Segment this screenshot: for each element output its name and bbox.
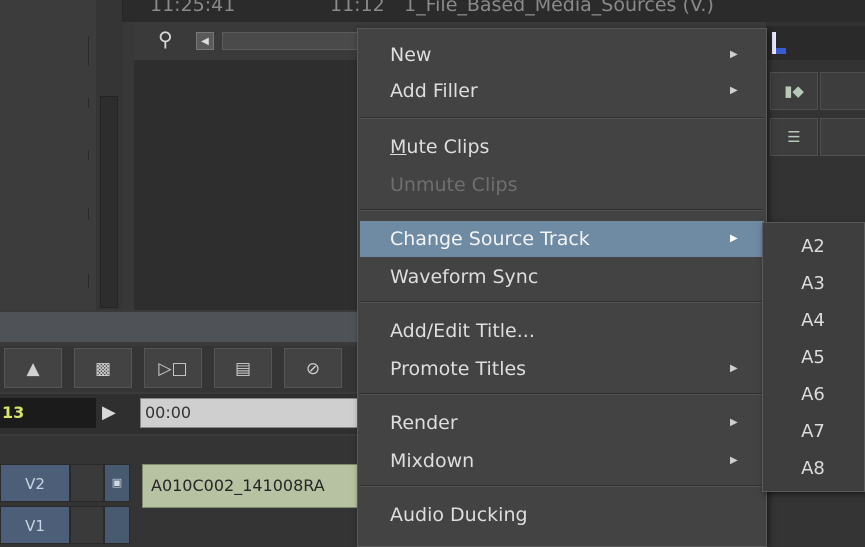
triangle-up-icon: ▲ bbox=[26, 359, 40, 379]
context-menu: New ▶ Add Filler ▶ Mute Clips Unmute Cli… bbox=[357, 28, 767, 547]
mark-in-icon: ▷□ bbox=[158, 359, 188, 379]
menu-item-add-edit-title[interactable]: Add/Edit Title... bbox=[360, 313, 764, 349]
submenu-item-a3[interactable]: A3 bbox=[763, 265, 863, 302]
menu-item-new[interactable]: New ▶ bbox=[360, 37, 764, 73]
mark-clip-icon: ▩ bbox=[94, 359, 112, 379]
track-label-v2[interactable]: V2 bbox=[0, 464, 70, 502]
position-input[interactable]: 00:00 bbox=[140, 398, 366, 428]
monitor-square-icon: ▣ bbox=[111, 476, 123, 489]
scroll-left-button[interactable]: ◀ bbox=[196, 32, 214, 50]
timeline-clip[interactable]: A010C002_141008RA bbox=[142, 464, 366, 508]
source-header-strip: 11:25:41 11:12 1_File_Based_Media_Source… bbox=[0, 0, 865, 22]
mark-in-button[interactable]: ▷□ bbox=[144, 348, 202, 388]
submenu-arrow-icon: ▶ bbox=[730, 85, 738, 96]
list-icon: ☰ bbox=[787, 128, 801, 146]
trim-button[interactable]: ▮◆ bbox=[770, 72, 818, 110]
panel-button-2[interactable] bbox=[820, 72, 865, 110]
scroll-thumb[interactable] bbox=[100, 96, 118, 308]
submenu-item-a4[interactable]: A4 bbox=[763, 302, 863, 339]
menu-item-label: Render bbox=[390, 412, 458, 434]
timecode-display: 13 bbox=[0, 398, 96, 428]
up-button[interactable]: ▲ bbox=[4, 348, 62, 388]
source-track-submenu: A2 A3 A4 A5 A6 A7 A8 bbox=[762, 222, 865, 492]
submenu-arrow-icon: ▶ bbox=[730, 417, 738, 428]
submenu-arrow-icon: ▶ bbox=[730, 363, 738, 374]
track-monitor-button[interactable] bbox=[104, 506, 130, 544]
menu-item-label: Promote Titles bbox=[390, 358, 527, 380]
vertical-scrollbar[interactable] bbox=[96, 0, 123, 310]
menu-separator bbox=[360, 301, 764, 303]
mark-clip-button[interactable]: ▩ bbox=[74, 348, 132, 388]
menu-item-audio-ducking[interactable]: Audio Ducking bbox=[360, 497, 764, 533]
menu-item-label: Mixdown bbox=[390, 450, 475, 472]
menu-item-unmute-clips: Unmute Clips bbox=[360, 167, 764, 203]
lift-icon: ▤ bbox=[234, 359, 252, 379]
menu-item-waveform-sync[interactable]: Waveform Sync bbox=[360, 259, 764, 295]
menu-separator bbox=[360, 209, 764, 211]
menu-item-label: Unmute Clips bbox=[390, 174, 518, 196]
submenu-item-a7[interactable]: A7 bbox=[763, 413, 863, 450]
menu-separator bbox=[360, 485, 764, 487]
submenu-arrow-icon: ▶ bbox=[730, 49, 738, 60]
menu-item-label: Add Filler bbox=[390, 80, 478, 102]
viewer-frame bbox=[122, 22, 134, 310]
track-monitor-button[interactable]: ▣ bbox=[104, 464, 130, 502]
panel-button-4[interactable] bbox=[820, 118, 865, 156]
menu-item-label: Audio Ducking bbox=[390, 504, 528, 526]
menu-item-label: New bbox=[390, 44, 432, 66]
timeline-toolbar: ▲ ▩ ▷□ ▤ ⊘ bbox=[0, 346, 360, 392]
submenu-item-a6[interactable]: A6 bbox=[763, 376, 863, 413]
menu-item-label: Mute Clips bbox=[390, 136, 490, 158]
track-gap bbox=[70, 506, 104, 544]
submenu-arrow-icon: ▶ bbox=[730, 233, 738, 244]
menu-separator bbox=[360, 117, 764, 119]
source-viewer bbox=[134, 60, 364, 310]
search-icon[interactable]: ⚲ bbox=[158, 28, 173, 50]
menu-item-label: Change Source Track bbox=[390, 228, 590, 250]
track-gap bbox=[70, 464, 104, 502]
menu-item-mute-clips[interactable]: Mute Clips bbox=[360, 129, 764, 165]
ruler-marker bbox=[776, 48, 786, 54]
clear-button[interactable]: ⊘ bbox=[284, 348, 342, 388]
menu-item-render[interactable]: Render ▶ bbox=[360, 405, 764, 441]
horizontal-scrollbar[interactable] bbox=[222, 32, 364, 50]
play-icon[interactable]: ▶ bbox=[102, 402, 116, 423]
menu-item-promote-titles[interactable]: Promote Titles ▶ bbox=[360, 351, 764, 387]
submenu-item-a8[interactable]: A8 bbox=[763, 450, 863, 487]
menu-item-label: Waveform Sync bbox=[390, 266, 539, 288]
no-entry-icon: ⊘ bbox=[305, 359, 321, 379]
lift-button[interactable]: ▤ bbox=[214, 348, 272, 388]
bin-gutter bbox=[0, 0, 96, 310]
submenu-item-a5[interactable]: A5 bbox=[763, 339, 863, 376]
source-timecode: 11:25:41 bbox=[150, 0, 236, 16]
source-title: 1_File_Based_Media_Sources (V.) bbox=[404, 0, 714, 16]
submenu-item-a2[interactable]: A2 bbox=[763, 228, 863, 265]
menu-item-label: Add/Edit Title... bbox=[390, 320, 535, 342]
submenu-arrow-icon: ▶ bbox=[730, 455, 738, 466]
menu-item-add-filler[interactable]: Add Filler ▶ bbox=[360, 73, 764, 109]
source-duration: 11:12 bbox=[330, 0, 385, 16]
menu-separator bbox=[360, 393, 764, 395]
timeline-ruler[interactable] bbox=[766, 26, 865, 60]
track-label-v1[interactable]: V1 bbox=[0, 506, 70, 544]
menu-item-mixdown[interactable]: Mixdown ▶ bbox=[360, 443, 764, 479]
menu-item-change-source-track[interactable]: Change Source Track ▶ bbox=[360, 221, 764, 257]
trim-icon: ▮◆ bbox=[784, 82, 804, 100]
list-view-button[interactable]: ☰ bbox=[770, 118, 818, 156]
